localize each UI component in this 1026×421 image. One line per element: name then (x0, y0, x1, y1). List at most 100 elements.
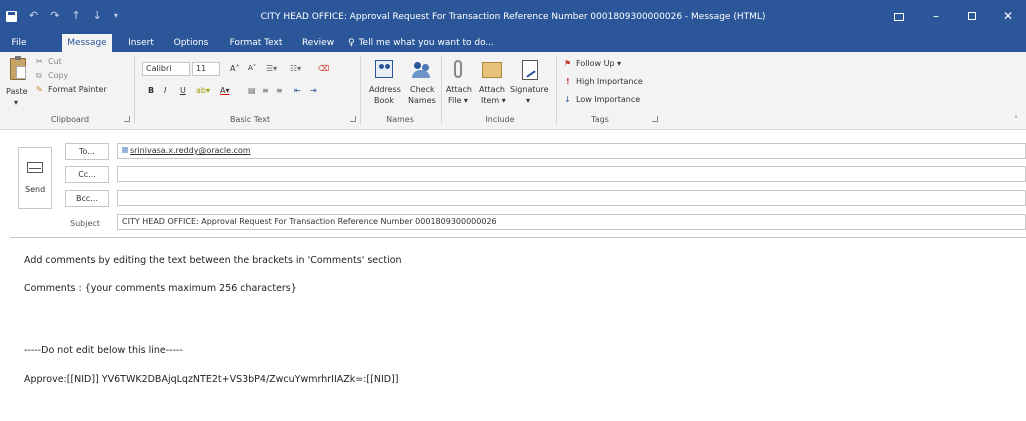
align-center-icon[interactable]: ≡ (262, 85, 269, 96)
collapse-ribbon-icon[interactable]: ˄ (1014, 114, 1018, 125)
lightbulb-icon: ♀ (348, 38, 355, 48)
signature-icon (522, 60, 538, 80)
attach-item-button[interactable]: Attach Item ▾ (476, 56, 508, 112)
to-field[interactable]: srinivasa.x.reddy@oracle.com (117, 143, 1026, 159)
ribbon-separator (441, 56, 442, 124)
cut-label: Cut (48, 57, 62, 66)
clear-formatting-icon[interactable]: ⌫ (318, 63, 329, 74)
font-color-icon[interactable]: A▾ (220, 85, 230, 96)
contact-icon (122, 147, 128, 153)
exclamation-icon: ! (566, 77, 570, 86)
signature-dropdown-icon: ▾ (526, 96, 531, 105)
tab-insert[interactable]: Insert (124, 34, 158, 52)
subject-label: Subject (70, 219, 100, 228)
send-label: Send (25, 185, 46, 194)
send-button[interactable]: Send (18, 147, 52, 209)
clipboard-launcher-icon[interactable] (124, 116, 130, 122)
subject-field[interactable]: CITY HEAD OFFICE: Approval Request For T… (117, 214, 1026, 230)
flag-icon: ⚑ (564, 59, 572, 68)
ribbon-display-options-button[interactable] (883, 6, 915, 26)
envelope-icon (482, 62, 502, 78)
font-size-value: 11 (196, 64, 207, 73)
ribbon-separator (134, 56, 135, 124)
highlight-color-icon[interactable]: ab▾ (196, 85, 210, 96)
check-names-button[interactable]: Check Names (404, 56, 438, 112)
high-importance-label: High Importance (576, 77, 643, 86)
title-bar: ↶ ↷ ↑ ↓ ▾ CITY HEAD OFFICE: Approval Req… (0, 0, 1026, 34)
restore-button[interactable] (956, 6, 988, 26)
grow-font-icon[interactable]: A˄ (230, 63, 239, 74)
tell-me-box[interactable]: ♀ Tell me what you want to do... (348, 34, 518, 52)
include-group-label: Include (485, 115, 515, 124)
ribbon-separator (556, 56, 557, 124)
format-painter-icon: ✎ (36, 85, 43, 94)
underline-button[interactable]: U (180, 85, 186, 96)
font-name-dropdown[interactable]: Calibri (142, 62, 190, 76)
attach-file-label-1: Attach (446, 85, 472, 94)
signature-button[interactable]: Signature ▾ (510, 56, 550, 112)
copy-label: Copy (48, 71, 69, 80)
cc-button[interactable]: Cc... (65, 166, 109, 183)
close-button[interactable]: ✕ (992, 6, 1024, 26)
basic-text-group-label: Basic Text (230, 115, 270, 124)
body-line-approve: Approve:[[NID]] YV6TWK2DBAjqLqzNTE2t+VS3… (24, 374, 399, 385)
to-button[interactable]: To... (65, 143, 109, 160)
clipboard-group-label: Clipboard (50, 115, 90, 124)
follow-up-label: Follow Up ▾ (576, 59, 622, 68)
names-group-label: Names (386, 115, 414, 124)
body-line-comments: Comments : {your comments maximum 256 ch… (24, 283, 297, 294)
check-names-label-1: Check (410, 85, 435, 94)
window-title: CITY HEAD OFFICE: Approval Request For T… (260, 12, 766, 22)
ribbon-separator (360, 56, 361, 124)
check-names-label-2: Names (408, 96, 436, 105)
copy-icon: ⧉ (36, 71, 42, 80)
tell-me-text: Tell me what you want to do... (358, 38, 495, 48)
bcc-field[interactable] (117, 190, 1026, 206)
restore-icon (968, 12, 976, 20)
bullets-icon[interactable]: ☰▾ (266, 63, 277, 74)
address-book-icon (375, 60, 393, 78)
font-name-value: Calibri (146, 64, 172, 73)
address-book-label-2: Book (374, 96, 394, 105)
clipboard-icon (10, 56, 26, 80)
tab-message[interactable]: Message (62, 34, 112, 52)
send-icon (27, 162, 43, 173)
align-left-icon[interactable]: ▤ (248, 85, 256, 96)
tags-launcher-icon[interactable] (652, 116, 658, 122)
tab-file[interactable]: File (4, 34, 34, 52)
attach-item-label-1: Attach (479, 85, 505, 94)
increase-indent-icon[interactable]: ⇥ (310, 85, 317, 96)
paste-label: Paste (6, 87, 28, 96)
basic-text-launcher-icon[interactable] (350, 116, 356, 122)
align-right-icon[interactable]: ≡ (276, 85, 283, 96)
tab-review[interactable]: Review (298, 34, 338, 52)
bold-button[interactable]: B (148, 85, 154, 96)
format-painter-label: Format Painter (48, 85, 107, 94)
body-line-separator: -----Do not edit below this line----- (24, 345, 183, 356)
font-size-dropdown[interactable]: 11 (192, 62, 220, 76)
decrease-indent-icon[interactable]: ⇤ (294, 85, 301, 96)
low-importance-label: Low Importance (576, 95, 641, 104)
cc-field[interactable] (117, 166, 1026, 182)
tab-format-text[interactable]: Format Text (226, 34, 286, 52)
attach-item-label-2: Item ▾ (481, 96, 506, 105)
paste-dropdown-icon: ▾ (14, 98, 19, 107)
shrink-font-icon[interactable]: A˅ (248, 63, 256, 74)
message-body[interactable]: Add comments by editing the text between… (10, 238, 1026, 421)
minimize-button[interactable]: – (920, 6, 952, 26)
to-recipient: srinivasa.x.reddy@oracle.com (130, 146, 251, 155)
signature-label: Signature (510, 85, 549, 94)
numbering-icon[interactable]: ☷▾ (290, 63, 301, 74)
down-arrow-icon: ↓ (564, 95, 571, 104)
address-book-label-1: Address (369, 85, 401, 94)
tags-group-label: Tags (591, 115, 609, 124)
italic-button[interactable]: I (164, 85, 166, 96)
address-book-button[interactable]: Address Book (365, 56, 403, 112)
scissors-icon: ✂ (36, 57, 43, 66)
bcc-button[interactable]: Bcc... (65, 190, 109, 207)
check-names-icon (412, 60, 432, 80)
paste-button[interactable]: Paste ▾ (6, 56, 32, 112)
attach-file-button[interactable]: Attach File ▾ (444, 56, 474, 112)
tab-options[interactable]: Options (170, 34, 212, 52)
ribbon-tabs: File Message Insert Options Format Text … (0, 34, 1026, 52)
